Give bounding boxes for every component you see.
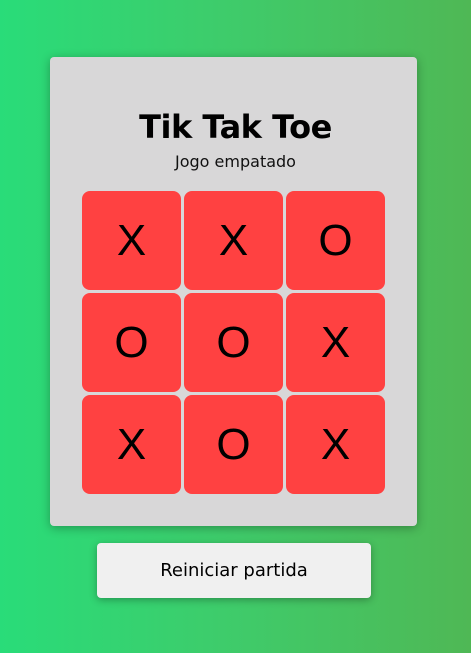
game-status: Jogo empatado xyxy=(175,152,296,171)
board-cell[interactable]: X xyxy=(286,395,385,494)
board-cell[interactable]: O xyxy=(286,191,385,290)
game-board: X X O O O X X O X xyxy=(82,191,385,494)
board-cell[interactable]: O xyxy=(184,293,283,392)
board-cell[interactable]: X xyxy=(82,191,181,290)
board-cell[interactable]: O xyxy=(184,395,283,494)
game-title: Tik Tak Toe xyxy=(139,108,332,146)
board-cell[interactable]: X xyxy=(286,293,385,392)
board-cell[interactable]: O xyxy=(82,293,181,392)
board-cell[interactable]: X xyxy=(184,191,283,290)
restart-button[interactable]: Reiniciar partida xyxy=(97,543,371,598)
board-cell[interactable]: X xyxy=(82,395,181,494)
